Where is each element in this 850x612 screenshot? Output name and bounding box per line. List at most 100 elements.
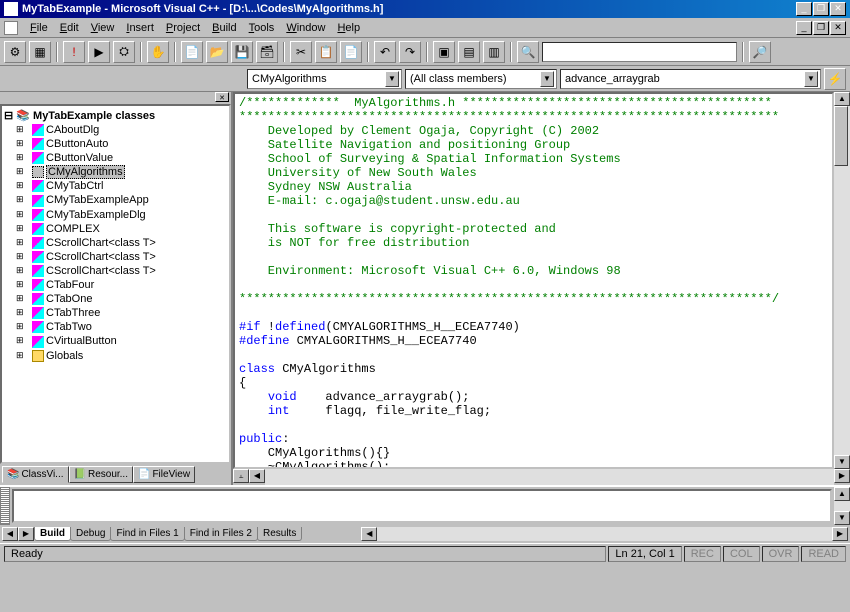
out-hscroll-left-icon[interactable]: ◀ [361, 527, 377, 541]
output-icon[interactable]: ▤ [458, 41, 480, 63]
output-tab-build[interactable]: Build [34, 527, 71, 541]
tab-scroll-right-icon[interactable]: ▶ [18, 527, 34, 541]
code-editor[interactable]: /************* MyAlgorithms.h **********… [233, 92, 834, 469]
save-all-icon[interactable]: 🗃 [256, 41, 278, 63]
output-vscroll[interactable]: ▲ ▼ [834, 487, 850, 525]
status-ovr: OVR [762, 546, 800, 562]
minimize-button[interactable]: _ [796, 2, 812, 16]
scroll-up-icon[interactable]: ▲ [834, 92, 850, 106]
tree-item-label: CTabOne [46, 293, 92, 305]
go-icon[interactable]: ⛭ [113, 41, 135, 63]
vertical-scrollbar[interactable]: ▲ ▼ [834, 92, 850, 469]
output-tab-find1[interactable]: Find in Files 1 [110, 527, 184, 541]
tree-item-label: CScrollChart<class T> [46, 237, 156, 249]
member-filter-combo[interactable]: (All class members) ▼ [405, 69, 557, 89]
class-icon [32, 209, 44, 221]
tab-classview[interactable]: 📚 ClassVi... [2, 466, 69, 483]
tree-item[interactable]: Globals [4, 349, 227, 363]
output-tab-results[interactable]: Results [257, 527, 302, 541]
status-read: READ [801, 546, 846, 562]
execute-icon[interactable]: ▶ [88, 41, 110, 63]
tree-item[interactable]: CTabFour [4, 278, 227, 292]
chevron-down-icon[interactable]: ▼ [540, 71, 554, 87]
find-input[interactable] [542, 42, 737, 62]
breakpoint-icon[interactable]: ✋ [147, 41, 169, 63]
chevron-down-icon[interactable]: ▼ [804, 71, 818, 87]
new-file-icon[interactable]: 📄 [181, 41, 203, 63]
wizard-action-icon[interactable]: ⚡ [824, 68, 846, 90]
class-combo[interactable]: CMyAlgorithms ▼ [247, 69, 402, 89]
scroll-down-icon[interactable]: ▼ [834, 455, 850, 469]
menu-file[interactable]: File [24, 20, 54, 36]
menu-view[interactable]: View [85, 20, 121, 36]
scroll-down-icon[interactable]: ▼ [834, 511, 850, 525]
tree-item-label: CMyTabCtrl [46, 180, 103, 192]
undo-icon[interactable]: ↶ [374, 41, 396, 63]
tree-item[interactable]: CMyTabCtrl [4, 179, 227, 193]
window-title: MyTabExample - Microsoft Visual C++ - [D… [22, 3, 796, 15]
chevron-down-icon[interactable]: ▼ [385, 71, 399, 87]
compile-icon[interactable]: ⚙ [4, 41, 26, 63]
tree-root[interactable]: ⊟ 📚 MyTabExample classes [4, 108, 227, 123]
scroll-right-icon[interactable]: ▶ [834, 469, 850, 483]
stop-build-icon[interactable]: ! [63, 41, 85, 63]
out-hscroll-right-icon[interactable]: ▶ [832, 527, 848, 541]
redo-icon[interactable]: ↷ [399, 41, 421, 63]
tree-item[interactable]: CScrollChart<class T> [4, 264, 227, 278]
menu-project[interactable]: Project [160, 20, 206, 36]
class-tree[interactable]: ⊟ 📚 MyTabExample classes CAboutDlgCButto… [0, 104, 231, 464]
menu-insert[interactable]: Insert [120, 20, 160, 36]
tab-scroll-left-icon[interactable]: ◀ [2, 527, 18, 541]
copy-icon[interactable]: 📋 [315, 41, 337, 63]
tree-item[interactable]: CScrollChart<class T> [4, 250, 227, 264]
split-icon[interactable]: ⫠ [233, 469, 249, 483]
tree-item[interactable]: CMyAlgorithms [4, 165, 227, 179]
scroll-up-icon[interactable]: ▲ [834, 487, 850, 501]
workspace-icon[interactable]: ▣ [433, 41, 455, 63]
function-combo[interactable]: advance_arraygrab ▼ [560, 69, 821, 89]
menu-help[interactable]: Help [331, 20, 366, 36]
output-tab-debug[interactable]: Debug [70, 527, 111, 541]
save-icon[interactable]: 💾 [231, 41, 253, 63]
pane-header: ✕ [0, 92, 231, 104]
open-icon[interactable]: 📂 [206, 41, 228, 63]
cut-icon[interactable]: ✂ [290, 41, 312, 63]
pane-close-icon[interactable]: ✕ [215, 92, 229, 102]
close-button[interactable]: ✕ [830, 2, 846, 16]
pane-grip[interactable] [0, 487, 10, 525]
class-icon [32, 251, 44, 263]
tab-resourceview[interactable]: 📗 Resour... [69, 466, 133, 483]
menu-edit[interactable]: Edit [54, 20, 85, 36]
doc-close-button[interactable]: ✕ [830, 21, 846, 35]
paste-icon[interactable]: 📄 [340, 41, 362, 63]
scroll-left-icon[interactable]: ◀ [249, 469, 265, 483]
output-tab-find2[interactable]: Find in Files 2 [184, 527, 258, 541]
tree-item[interactable]: CMyTabExampleApp [4, 193, 227, 207]
menu-build[interactable]: Build [206, 20, 242, 36]
find-files-icon[interactable]: 🔍 [517, 41, 539, 63]
tree-item[interactable]: CAboutDlg [4, 123, 227, 137]
menubar: File Edit View Insert Project Build Tool… [0, 18, 850, 38]
tree-item[interactable]: CMyTabExampleDlg [4, 208, 227, 222]
tree-item[interactable]: COMPLEX [4, 222, 227, 236]
tree-item[interactable]: CVirtualButton [4, 334, 227, 348]
window-list-icon[interactable]: ▥ [483, 41, 505, 63]
build-icon[interactable]: ▦ [29, 41, 51, 63]
maximize-button[interactable]: ❐ [813, 2, 829, 16]
output-text[interactable] [12, 489, 832, 523]
doc-minimize-button[interactable]: _ [796, 21, 812, 35]
tab-fileview[interactable]: 📄 FileView [133, 466, 195, 483]
tree-item[interactable]: CScrollChart<class T> [4, 236, 227, 250]
search-icon[interactable]: 🔎 [749, 41, 771, 63]
menu-window[interactable]: Window [280, 20, 331, 36]
tree-item[interactable]: CButtonValue [4, 151, 227, 165]
menu-tools[interactable]: Tools [243, 20, 281, 36]
tree-item[interactable]: CTabThree [4, 306, 227, 320]
scroll-thumb[interactable] [834, 106, 848, 166]
horizontal-scrollbar[interactable]: ⫠ ◀ ▶ [233, 469, 850, 485]
doc-restore-button[interactable]: ❐ [813, 21, 829, 35]
tree-item[interactable]: CTabTwo [4, 320, 227, 334]
tree-item[interactable]: CButtonAuto [4, 137, 227, 151]
doc-icon [4, 21, 18, 35]
tree-item[interactable]: CTabOne [4, 292, 227, 306]
